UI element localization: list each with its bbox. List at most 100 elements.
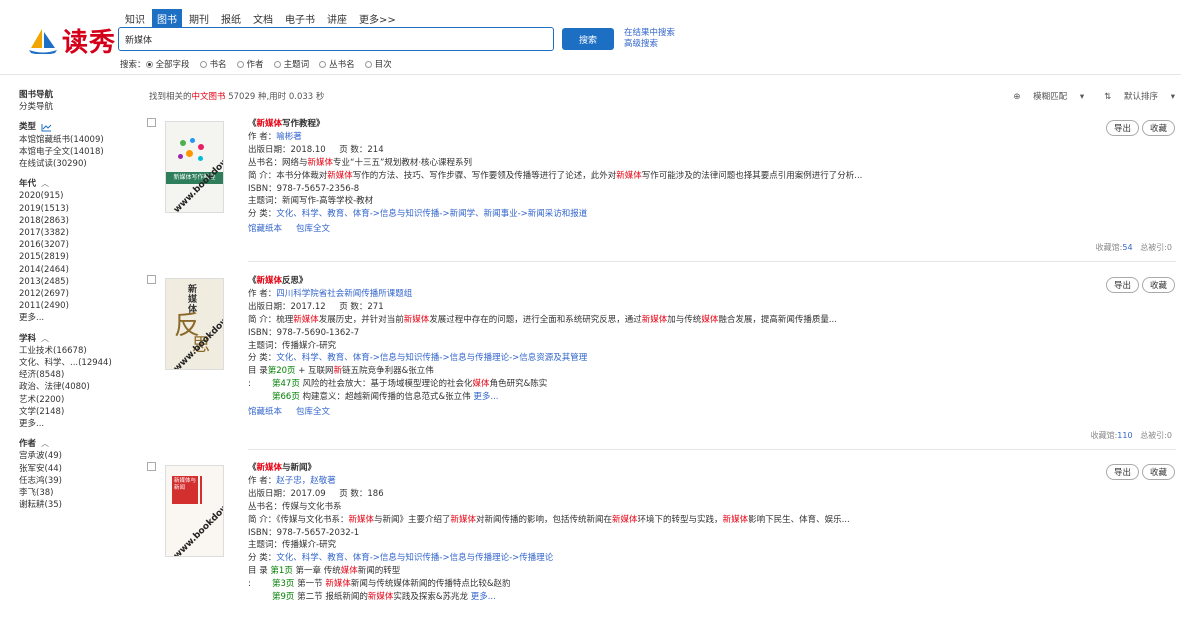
tab-lectures[interactable]: 讲座: [322, 9, 352, 28]
facet-author-item[interactable]: 任志鸿(39): [19, 475, 139, 487]
export-button[interactable]: 导出: [1105, 277, 1139, 293]
toc-page[interactable]: 第9页: [272, 592, 294, 602]
facet-subject-item[interactable]: 政治、法律(4080): [19, 381, 139, 393]
toc-page[interactable]: 第66页: [272, 392, 300, 402]
toc-more-link[interactable]: 更多...: [471, 592, 496, 602]
facet-year-item[interactable]: 2013(2485): [19, 276, 139, 288]
fuzzy-match-dropdown[interactable]: ⊕ 模糊匹配 ▾: [1003, 90, 1084, 102]
sort-order-dropdown[interactable]: ⇅ 默认排序 ▾: [1094, 90, 1175, 102]
facet-author-item[interactable]: 宫承波(49): [19, 450, 139, 462]
result-title[interactable]: 《新媒体与新闻》: [248, 462, 948, 475]
facet-subject-item[interactable]: 工业技术(16678): [19, 345, 139, 357]
result-date-line: 出版日期：2017.09 页 数：186: [248, 488, 384, 499]
collect-button[interactable]: 收藏: [1141, 277, 1175, 293]
tab-more[interactable]: 更多>>: [354, 9, 401, 28]
result-checkbox[interactable]: [147, 275, 156, 284]
facet-year-heading[interactable]: 年代 ︿: [19, 178, 139, 190]
book-cover[interactable]: 新媒体 反 思 www.bookdown.com.cn: [165, 278, 224, 370]
result-class-line: 分 类：文化、科学、教育、体育->信息与知识传播->信息与传播理论->信息资源及…: [248, 353, 588, 364]
tab-journals[interactable]: 期刊: [184, 9, 214, 28]
result-date-line: 出版日期：2017.12 页 数：271: [248, 301, 384, 312]
radio-icon: [319, 60, 327, 68]
toc-page[interactable]: 第20页: [268, 366, 296, 376]
paper-holding-link[interactable]: 馆藏纸本: [248, 224, 282, 234]
result-author-line: 作 者：喻彬著: [248, 131, 302, 142]
facet-year-item[interactable]: 2020(915): [19, 190, 139, 202]
logo[interactable]: 读秀: [28, 22, 116, 59]
facet-year-item[interactable]: 2015(2819): [19, 251, 139, 263]
tab-knowledge[interactable]: 知识: [120, 9, 150, 28]
fulltext-link[interactable]: 包库全文: [296, 224, 330, 234]
result-ops: 馆藏纸本 包库全文: [248, 223, 948, 236]
result-info: 《新媒体反思》 作 者：四川科学院省社会新闻传播所课题组 出版日期：2017.1…: [248, 275, 948, 419]
scope-all-fields[interactable]: 全部字段: [145, 58, 190, 70]
author-link[interactable]: 赵子忠，赵敬著: [276, 476, 336, 486]
collect-button[interactable]: 收藏: [1141, 120, 1175, 136]
facet-subject-item[interactable]: 经济(8548): [19, 369, 139, 381]
toc-page[interactable]: 第1页: [270, 566, 292, 576]
facet-author-item[interactable]: 李飞(38): [19, 487, 139, 499]
export-button[interactable]: 导出: [1105, 120, 1139, 136]
export-button[interactable]: 导出: [1105, 464, 1139, 480]
facet-author-item[interactable]: 谢耘耕(35): [19, 499, 139, 511]
facet-year-item[interactable]: 2016(3207): [19, 239, 139, 251]
tab-newspapers[interactable]: 报纸: [216, 9, 246, 28]
result-isbn-line: ISBN：978-7-5690-1362-7: [248, 327, 360, 338]
sidebar-nav-title: 图书导航: [19, 90, 54, 100]
book-cover[interactable]: 新媒体写作教程 www.bookdown.com.cn: [165, 121, 224, 213]
scope-series[interactable]: 丛书名: [319, 58, 355, 70]
caret-down-icon: ▾: [1170, 92, 1175, 102]
facet-type-item[interactable]: 在线试读(30290): [19, 158, 139, 170]
scope-author[interactable]: 作者: [236, 58, 264, 70]
holding-count-link[interactable]: 110: [1117, 431, 1132, 440]
fulltext-link[interactable]: 包库全文: [296, 407, 330, 417]
facet-year-item[interactable]: 2011(2490): [19, 300, 139, 312]
facet-year-item[interactable]: 2018(2863): [19, 215, 139, 227]
result-checkbox[interactable]: [147, 118, 156, 127]
facet-type-heading[interactable]: 类型: [19, 121, 139, 133]
result-title[interactable]: 《新媒体写作教程》: [248, 118, 948, 131]
search-input[interactable]: [123, 28, 547, 50]
facet-subject-item[interactable]: 文化、科学、...(12944): [19, 357, 139, 369]
facet-subject-item[interactable]: 艺术(2200): [19, 394, 139, 406]
facet-year-item[interactable]: 2019(1513): [19, 203, 139, 215]
facet-subject-more[interactable]: 更多...: [19, 418, 139, 430]
facet-author-item[interactable]: 张军安(44): [19, 463, 139, 475]
facet-year-item[interactable]: 2012(2697): [19, 288, 139, 300]
facet-year-item[interactable]: 2017(3382): [19, 227, 139, 239]
tab-ebooks[interactable]: 电子书: [280, 9, 320, 28]
result-subject-line: 主题词：新闻写作-高等学校-教材: [248, 196, 374, 207]
class-link[interactable]: 文化、科学、教育、体育->信息与知识传播->新闻学、新闻事业->新闻采访和报道: [276, 209, 587, 219]
result-checkbox[interactable]: [147, 462, 156, 471]
facet-type-item[interactable]: 本馆电子全文(14018): [19, 146, 139, 158]
search-in-results-link[interactable]: 在结果中搜索: [624, 28, 675, 38]
class-link[interactable]: 文化、科学、教育、体育->信息与知识传播->信息与传播理论->传播理论: [276, 553, 553, 563]
toc-page[interactable]: 第47页: [272, 379, 300, 389]
author-link[interactable]: 喻彬著: [276, 132, 302, 142]
search-box: [118, 27, 554, 51]
facet-type-item[interactable]: 本馆馆藏纸书(14009): [19, 134, 139, 146]
facet-author-heading[interactable]: 作者 ︿: [19, 438, 139, 450]
result-date-line: 出版日期：2018.10 页 数：214: [248, 144, 384, 155]
sidebar-category-nav[interactable]: 分类导航: [19, 101, 139, 113]
collect-button[interactable]: 收藏: [1141, 464, 1175, 480]
facet-subject-item[interactable]: 文学(2148): [19, 406, 139, 418]
toc-more-link[interactable]: 更多...: [473, 392, 498, 402]
facet-year-item[interactable]: 2014(2464): [19, 264, 139, 276]
tab-documents[interactable]: 文档: [248, 9, 278, 28]
result-title[interactable]: 《新媒体反思》: [248, 275, 948, 288]
scope-toc[interactable]: 目次: [364, 58, 392, 70]
toc-page[interactable]: 第3页: [272, 579, 294, 589]
paper-holding-link[interactable]: 馆藏纸本: [248, 407, 282, 417]
facet-subject-heading[interactable]: 学科 ︿: [19, 333, 139, 345]
scope-subject[interactable]: 主题词: [273, 58, 309, 70]
holding-count-link[interactable]: 54: [1122, 243, 1132, 252]
tab-books[interactable]: 图书: [152, 9, 182, 28]
scope-title[interactable]: 书名: [199, 58, 227, 70]
class-link[interactable]: 文化、科学、教育、体育->信息与知识传播->信息与传播理论->信息资源及其管理: [276, 353, 587, 363]
search-button[interactable]: 搜索: [562, 28, 614, 50]
facet-year-more[interactable]: 更多...: [19, 312, 139, 324]
book-cover[interactable]: 新媒体与新闻 www.bookdown.com.cn: [165, 465, 224, 557]
advanced-search-link[interactable]: 高级搜索: [624, 39, 658, 49]
author-link[interactable]: 四川科学院省社会新闻传播所课题组: [276, 289, 412, 299]
